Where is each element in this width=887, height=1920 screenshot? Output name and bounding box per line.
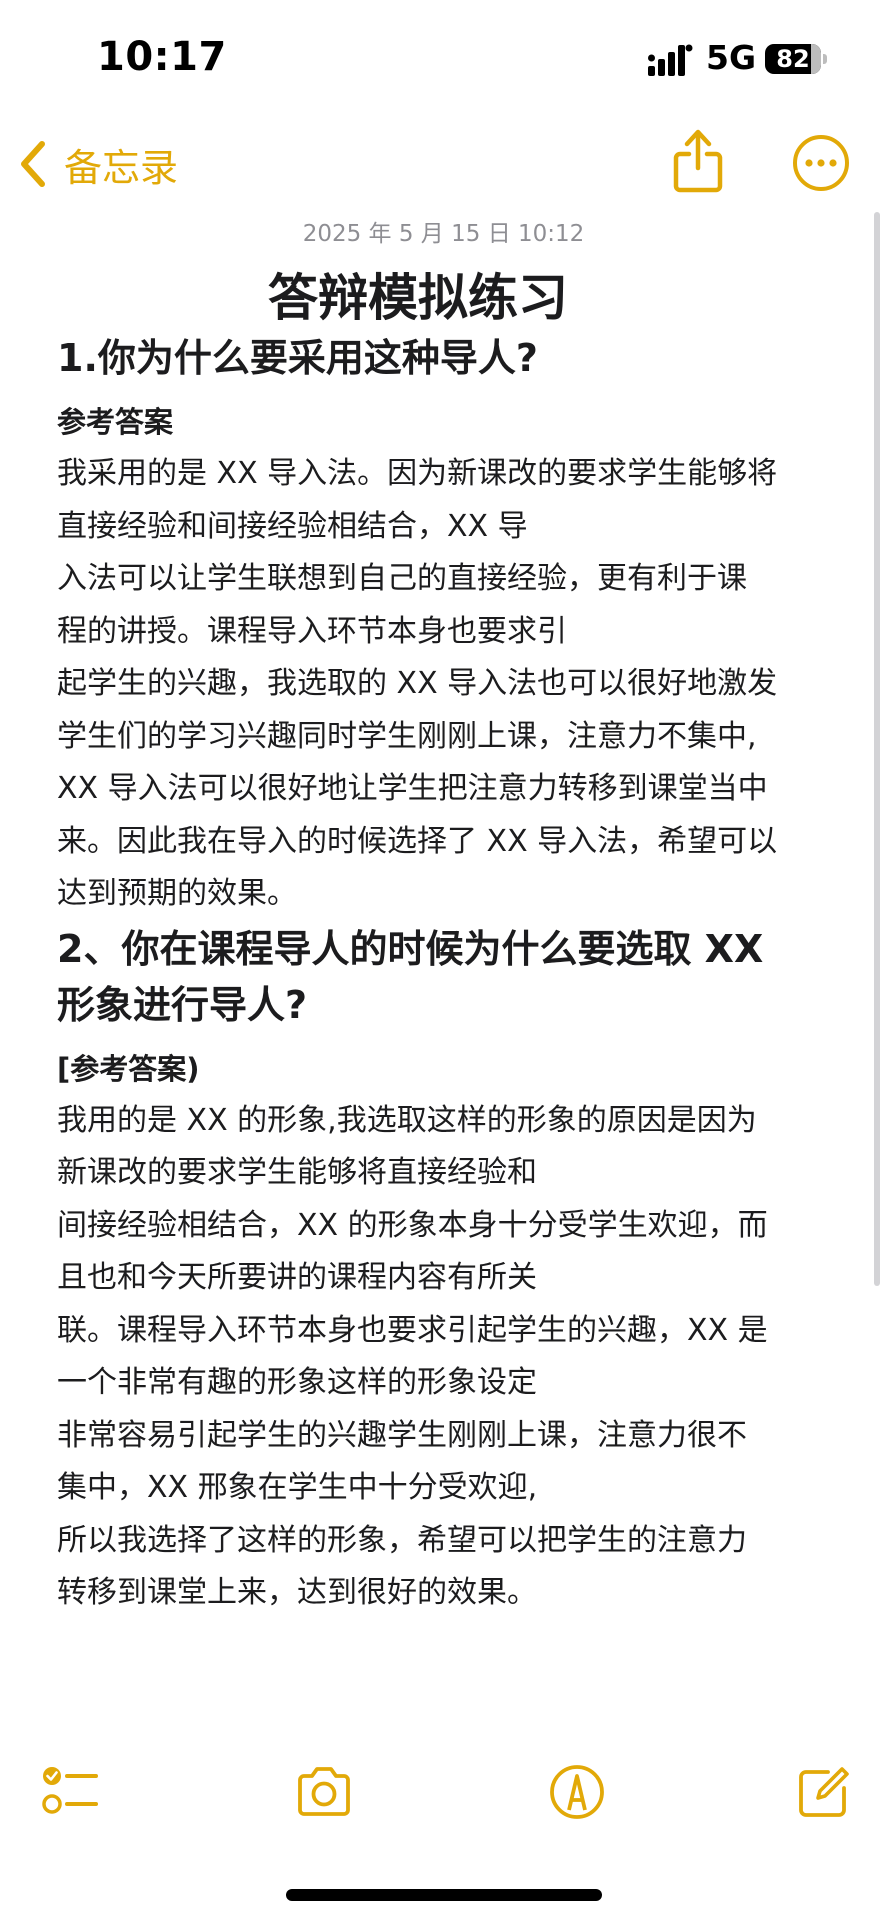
note-date: 2025 年 5 月 15 日 10:12 bbox=[302, 221, 585, 247]
answer-line: 起学生的兴趣，我选取的 XX 导入法也可以很好地激发 bbox=[57, 666, 778, 701]
question-1-answer-label: 参考答案 bbox=[57, 405, 174, 439]
answer-line: 转移到课堂上来，达到很好的效果。 bbox=[57, 1575, 537, 1610]
question-2-heading-line-2: 形象进行导人? bbox=[57, 982, 308, 1027]
note-title: 答辩模拟练习 bbox=[268, 269, 568, 327]
answer-line: 入法可以让学生联想到自己的直接经验，更有利于课 bbox=[57, 561, 747, 596]
answer-line: 我用的是 XX 的形象,我选取这样的形象的原因是因为 bbox=[57, 1102, 757, 1138]
back-button[interactable]: 备忘录 bbox=[16, 134, 178, 194]
compose-button[interactable] bbox=[792, 1760, 856, 1824]
question-2-answer: 我用的是 XX 的形象,我选取这样的形象的原因是因为 新课改的要求学生能够将直接… bbox=[57, 1095, 837, 1620]
network-type: 5G bbox=[706, 38, 757, 77]
camera-button[interactable] bbox=[292, 1760, 356, 1824]
question-2-heading-line-1: 2、你在课程导人的时候为什么要选取 XX bbox=[57, 926, 764, 971]
back-label: 备忘录 bbox=[64, 145, 179, 190]
markup-icon bbox=[550, 1765, 604, 1819]
question-1-answer: 我采用的是 XX 导入法。因为新课改的要求学生能够将 直接经验和间接经验相结合，… bbox=[57, 448, 837, 921]
share-icon[interactable] bbox=[670, 124, 726, 196]
answer-line: 且也和今天所要讲的课程内容有所关 bbox=[57, 1260, 537, 1295]
status-bar: 10:17 5G 82 bbox=[0, 0, 887, 110]
answer-line: 达到预期的效果。 bbox=[57, 876, 297, 911]
answer-line: 程的讲授。课程导入环节本身也要求引 bbox=[57, 613, 567, 649]
note-content[interactable]: 1.你为什么要采用这种导人? 参考答案 我采用的是 XX 导入法。因为新课改的要… bbox=[57, 330, 837, 1620]
checklist-button[interactable] bbox=[40, 1760, 104, 1824]
answer-line: 间接经验相结合，XX 的形象本身十分受学生欢迎，而 bbox=[57, 1207, 768, 1243]
chevron-left-icon bbox=[21, 141, 45, 187]
answer-line: XX 导入法可以很好地让学生把注意力转移到课堂当中 bbox=[57, 771, 768, 806]
answer-line: 集中，XX 邢象在学生中十分受欢迎, bbox=[57, 1470, 538, 1505]
compose-icon bbox=[799, 1767, 849, 1817]
battery-icon: 82 bbox=[765, 44, 827, 74]
answer-line: 联。课程导入环节本身也要求引起学生的兴趣，XX 是 bbox=[57, 1312, 768, 1348]
answer-line: 一个非常有趣的形象这样的形象设定 bbox=[57, 1365, 537, 1400]
battery-level: 82 bbox=[776, 45, 810, 73]
home-indicator[interactable] bbox=[286, 1889, 602, 1901]
nav-bar: 备忘录 bbox=[0, 110, 887, 210]
bottom-toolbar bbox=[0, 1760, 887, 1840]
answer-line: 非常容易引起学生的兴趣学生刚刚上课，注意力很不 bbox=[57, 1417, 747, 1453]
camera-icon bbox=[298, 1767, 350, 1816]
question-1-heading: 1.你为什么要采用这种导人? bbox=[57, 336, 538, 380]
answer-line: 我采用的是 XX 导入法。因为新课改的要求学生能够将 bbox=[57, 456, 778, 491]
answer-line: 新课改的要求学生能够将直接经验和 bbox=[57, 1155, 537, 1190]
answer-line: 来。因此我在导入的时候选择了 XX 导入法，希望可以 bbox=[57, 823, 778, 859]
checklist-icon bbox=[42, 1767, 98, 1814]
question-2-answer-label: [参考答案) bbox=[57, 1051, 200, 1086]
answer-line: 直接经验和间接经验相结合，XX 导 bbox=[57, 508, 528, 544]
scroll-indicator[interactable] bbox=[874, 212, 880, 1286]
answer-line: 学生们的学习兴趣同时学生刚刚上课，注意力不集中, bbox=[57, 718, 757, 754]
more-options-icon[interactable] bbox=[792, 134, 850, 192]
markup-button[interactable] bbox=[545, 1760, 609, 1824]
status-time: 10:17 bbox=[97, 34, 227, 80]
cellular-signal-icon bbox=[648, 44, 693, 76]
answer-line: 所以我选择了这样的形象，希望可以把学生的注意力 bbox=[57, 1522, 747, 1558]
